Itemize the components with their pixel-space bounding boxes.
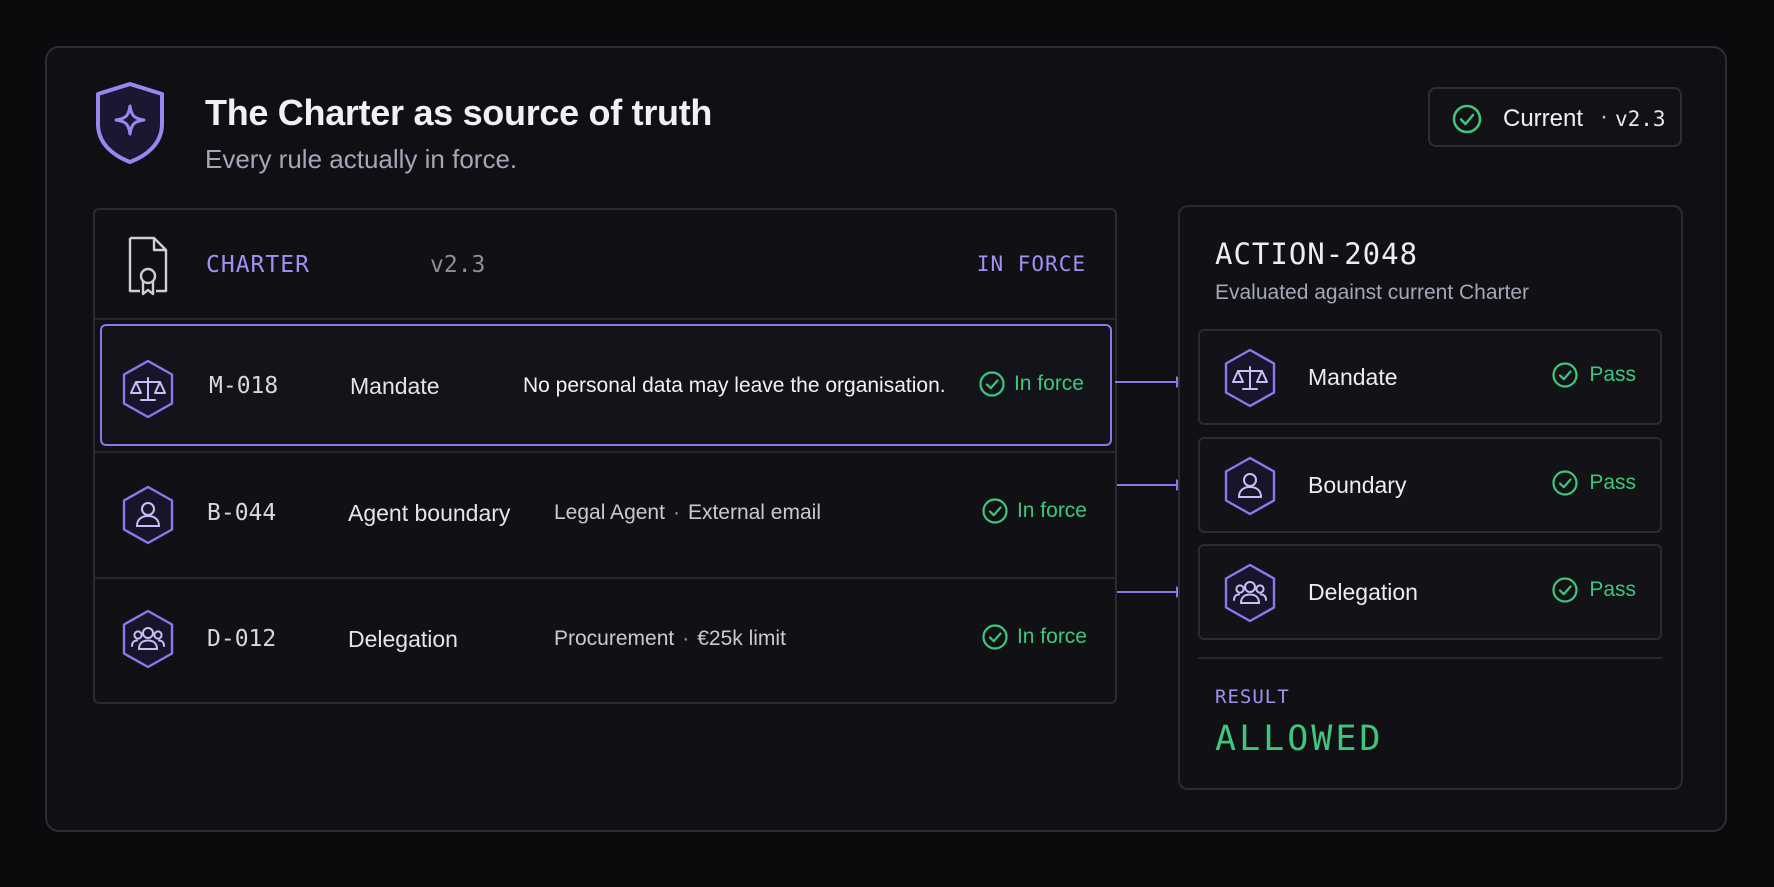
rule-status-label: In force: [1013, 372, 1084, 395]
version-value: v2.3: [1615, 107, 1666, 131]
check-label: Delegation: [1308, 579, 1418, 605]
check-status: Pass: [1551, 469, 1636, 497]
scales-icon: [122, 359, 174, 419]
action-id: ACTION-2048: [1215, 237, 1419, 271]
check-status: Pass: [1551, 361, 1636, 389]
action-subtitle: Evaluated against current Charter: [1215, 281, 1530, 304]
rule-status-label: In force: [1016, 499, 1087, 522]
rule-scope: Procurement: [554, 627, 675, 650]
rule-status-label: In force: [1016, 625, 1087, 648]
person-icon: [1224, 456, 1276, 516]
shield-sparkle-icon: [96, 82, 164, 164]
rule-code: B-044: [207, 500, 277, 526]
rule-scope: Legal Agent: [554, 501, 665, 524]
page-subtitle: Every rule actually in force.: [205, 144, 518, 174]
connector-delegation-arrow: [1117, 586, 1185, 598]
group-icon: [1224, 563, 1276, 623]
divider: [1198, 657, 1662, 659]
rule-code: M-018: [209, 373, 279, 399]
version-label: Current: [1503, 105, 1584, 132]
charter-header: CHARTER v2.3 IN FORCE: [95, 210, 1115, 320]
connector-boundary-arrow: [1117, 479, 1185, 491]
check-circle-icon: [1552, 577, 1578, 603]
rule-row-d-012[interactable]: D-012 Delegation Procurement · €25k limit …: [95, 577, 1115, 701]
rule-status: In force: [981, 623, 1087, 651]
rule-limit: €25k limit: [697, 627, 786, 650]
check-card-delegation[interactable]: Delegation Pass: [1198, 544, 1662, 640]
result-value: ALLOWED: [1215, 719, 1384, 759]
rule-type: Delegation: [348, 626, 458, 652]
check-circle-icon: [982, 498, 1008, 524]
rule-code: D-012: [207, 626, 277, 652]
check-status-label: Pass: [1589, 363, 1636, 386]
charter-version: v2.3: [430, 252, 486, 278]
rule-status: In force: [978, 370, 1084, 398]
check-status-label: Pass: [1589, 578, 1636, 601]
page-title: The Charter as source of truth: [205, 92, 713, 133]
charter-status: IN FORCE: [976, 252, 1086, 276]
result-label: RESULT: [1215, 686, 1290, 708]
check-circle-icon: [982, 624, 1008, 650]
check-label: Boundary: [1308, 472, 1407, 498]
certificate-document-icon: [128, 236, 168, 296]
check-label: Mandate: [1308, 364, 1398, 390]
rule-description: No personal data may leave the organisat…: [523, 374, 946, 397]
person-icon: [122, 485, 174, 545]
scales-icon: [1224, 348, 1276, 408]
rule-type: Agent boundary: [348, 500, 511, 526]
separator: ·: [1600, 103, 1608, 130]
rule-channel: External email: [687, 501, 821, 524]
version-status-badge[interactable]: Current · v2.3: [1428, 87, 1682, 147]
check-circle-icon: [979, 371, 1005, 397]
rule-row-b-044[interactable]: B-044 Agent boundary Legal Agent · Externa…: [95, 451, 1115, 575]
check-status-label: Pass: [1589, 471, 1636, 494]
rule-status: In force: [981, 497, 1087, 525]
charter-table: CHARTER v2.3 IN FORCE M-018 Mandate No p…: [93, 208, 1117, 704]
check-circle-icon: [1552, 470, 1578, 496]
action-evaluation-panel: ACTION-2048 Evaluated against current Ch…: [1178, 205, 1683, 790]
check-circle-icon: [1552, 362, 1578, 388]
charter-name: CHARTER: [206, 252, 310, 278]
connector-mandate-arrow: [1115, 376, 1185, 388]
check-circle-icon: [1452, 104, 1482, 134]
rule-description: Procurement · €25k limit: [554, 627, 786, 650]
rule-description: Legal Agent · External email: [554, 501, 821, 524]
rule-type: Mandate: [350, 373, 440, 399]
rule-row-m-018[interactable]: M-018 Mandate No personal data may leave…: [100, 324, 1112, 446]
group-icon: [122, 609, 174, 669]
check-status: Pass: [1551, 576, 1636, 604]
check-card-mandate[interactable]: Mandate Pass: [1198, 329, 1662, 425]
check-card-boundary[interactable]: Boundary Pass: [1198, 437, 1662, 533]
